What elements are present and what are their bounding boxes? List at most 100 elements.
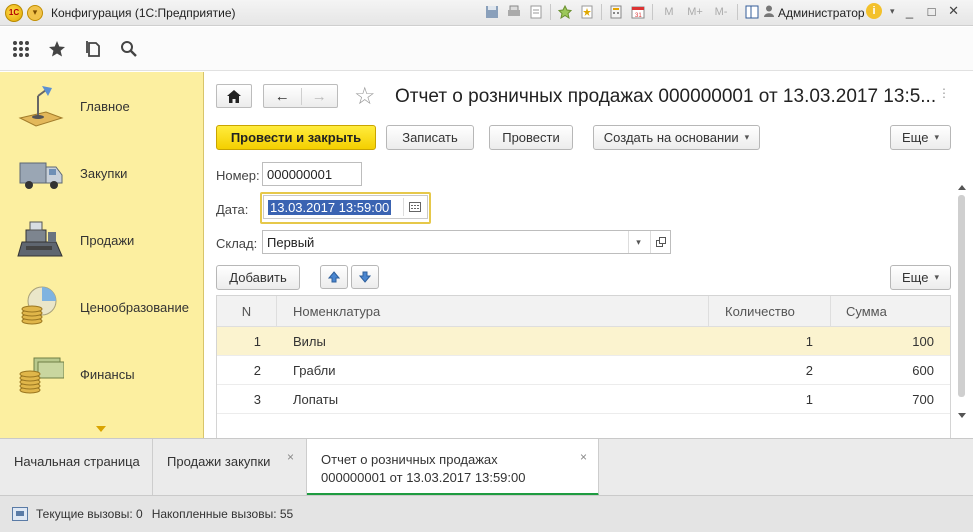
current-calls: Текущие вызовы: 0 — [36, 507, 143, 521]
main-toolbar — [0, 27, 973, 71]
open-windows-panel: Начальная страница Продажи закупки × Отч… — [0, 438, 973, 496]
1c-logo-icon[interactable]: 1С — [5, 3, 23, 22]
create-based-on-label: Создать на основании — [603, 130, 739, 145]
save-icon[interactable] — [484, 4, 500, 20]
window-title-bar: 1С ▾ Конфигурация (1С:Предприятие) 31 M … — [0, 0, 973, 26]
column-header-sum[interactable]: Сумма — [831, 296, 950, 327]
more-options-icon[interactable]: ⋮ — [938, 86, 950, 100]
table-more-button[interactable]: Еще ▾ — [890, 265, 951, 290]
history-navigation: ← → — [263, 84, 338, 108]
row-quantity: 1 — [805, 392, 813, 407]
separator — [601, 4, 602, 20]
close-button[interactable]: ✕ — [947, 3, 961, 19]
favorite-star-icon[interactable]: ☆ — [354, 82, 376, 111]
scroll-down-arrow-icon[interactable] — [96, 426, 106, 432]
save-button[interactable]: Записать — [386, 125, 474, 150]
main-menu-button[interactable]: ▾ — [27, 4, 43, 21]
calendar-picker-icon[interactable] — [403, 198, 425, 216]
performance-monitor-icon[interactable] — [12, 507, 28, 521]
row-quantity: 1 — [805, 334, 813, 349]
current-user[interactable]: Администратор — [764, 5, 865, 20]
sidebar-item-label: Главное — [80, 98, 130, 114]
minimize-button[interactable]: _ — [903, 4, 917, 19]
home-button[interactable] — [216, 84, 252, 108]
open-link-icon[interactable] — [650, 231, 670, 253]
move-up-arrow-icon[interactable] — [320, 265, 348, 289]
status-bar: Текущие вызовы: 0 Накопленные вызовы: 55 — [0, 495, 973, 532]
table-row[interactable]: 3 Лопаты 1 700 — [217, 385, 950, 414]
calculator-icon[interactable] — [608, 4, 624, 20]
coins-chart-icon — [16, 285, 64, 329]
scroll-down-arrow-icon[interactable] — [958, 413, 966, 418]
sidebar-item-label: Закупки — [80, 165, 128, 181]
info-menu-chevron-icon[interactable]: ▾ — [890, 6, 895, 17]
maximize-button[interactable]: □ — [925, 4, 939, 19]
close-tab-icon[interactable]: × — [580, 448, 587, 466]
more-actions-button[interactable]: Еще ▾ — [890, 125, 951, 150]
sidebar-item-label: Ценообразование — [80, 299, 189, 315]
favorites-star-icon[interactable] — [39, 31, 75, 67]
desk-lamp-icon — [16, 84, 64, 128]
sidebar-item-purchases[interactable]: Закупки — [0, 143, 204, 203]
info-icon[interactable]: i — [866, 3, 882, 19]
chevron-down-icon: ▾ — [744, 132, 750, 142]
column-header-item[interactable]: Номенклатура — [277, 296, 709, 327]
memory-button[interactable]: M — [659, 4, 679, 20]
close-tab-icon[interactable]: × — [287, 448, 294, 466]
warehouse-value: Первый — [267, 234, 315, 250]
chevron-down-icon[interactable]: ▾ — [628, 231, 648, 253]
print-icon[interactable] — [506, 4, 522, 20]
row-sum: 600 — [912, 363, 934, 378]
row-sum: 700 — [912, 392, 934, 407]
tab-retail-sales-report[interactable]: Отчет о розничных продажах 000000001 от … — [307, 439, 599, 496]
chevron-down-icon: ▾ — [934, 272, 939, 282]
table-header: N Номенклатура Количество Сумма — [217, 296, 950, 327]
memory-plus-button[interactable]: M+ — [685, 4, 705, 20]
sidebar-item-finance[interactable]: Финансы — [0, 344, 204, 404]
apps-grid-icon[interactable] — [3, 31, 39, 67]
back-button[interactable]: ← — [264, 88, 301, 105]
scroll-thumb[interactable] — [958, 195, 965, 397]
search-icon[interactable] — [111, 31, 147, 67]
row-item: Лопаты — [293, 392, 339, 407]
panel-layout-icon[interactable] — [744, 4, 760, 20]
chevron-down-icon: ▾ — [934, 132, 939, 142]
tab-sales-purchases[interactable]: Продажи закупки × — [153, 439, 307, 495]
user-name: Администратор — [778, 5, 865, 20]
memory-minus-button[interactable]: M- — [711, 4, 731, 20]
money-coins-icon — [16, 352, 65, 396]
table-row[interactable]: 1 Вилы 1 100 — [217, 327, 950, 356]
form-scrollbar[interactable] — [956, 185, 968, 425]
table-row[interactable]: 2 Грабли 2 600 — [217, 356, 950, 385]
sidebar-item-main[interactable]: Главное — [0, 76, 204, 136]
column-header-quantity[interactable]: Количество — [709, 296, 831, 327]
post-and-close-button[interactable]: Провести и закрыть — [216, 125, 376, 150]
calendar-icon[interactable]: 31 — [630, 4, 646, 20]
row-quantity: 2 — [805, 363, 813, 378]
sidebar-item-sales[interactable]: Продажи — [0, 210, 204, 270]
post-button[interactable]: Провести — [489, 125, 573, 150]
bookmark-icon[interactable] — [579, 4, 595, 20]
date-field[interactable]: 13.03.2017 13:59:00 — [260, 192, 431, 224]
sidebar-item-pricing[interactable]: Ценообразование — [0, 277, 204, 337]
separator — [737, 4, 738, 20]
row-item: Грабли — [293, 363, 336, 378]
create-based-on-button[interactable]: Создать на основании ▾ — [593, 125, 760, 150]
move-down-arrow-icon[interactable] — [351, 265, 379, 289]
window-title: Конфигурация (1С:Предприятие) — [51, 5, 236, 20]
favorites-add-icon[interactable] — [557, 4, 573, 20]
accumulated-calls: Накопленные вызовы: 55 — [151, 507, 294, 521]
goods-table: N Номенклатура Количество Сумма 1 Вилы 1… — [216, 295, 951, 438]
add-row-button[interactable]: Добавить — [216, 265, 300, 290]
home-icon — [227, 89, 241, 103]
warehouse-field[interactable]: Первый ▾ — [262, 230, 671, 254]
window-controls: i ▾ _ □ ✕ — [866, 3, 961, 19]
history-icon[interactable] — [75, 31, 111, 67]
column-header-n[interactable]: N — [217, 296, 277, 327]
tab-label: Продажи закупки — [167, 454, 271, 469]
forward-button[interactable]: → — [300, 87, 338, 105]
number-field[interactable]: 000000001 — [262, 162, 362, 186]
preview-icon[interactable] — [528, 4, 544, 20]
scroll-up-arrow-icon[interactable] — [958, 185, 966, 190]
tab-start-page[interactable]: Начальная страница — [0, 439, 153, 495]
